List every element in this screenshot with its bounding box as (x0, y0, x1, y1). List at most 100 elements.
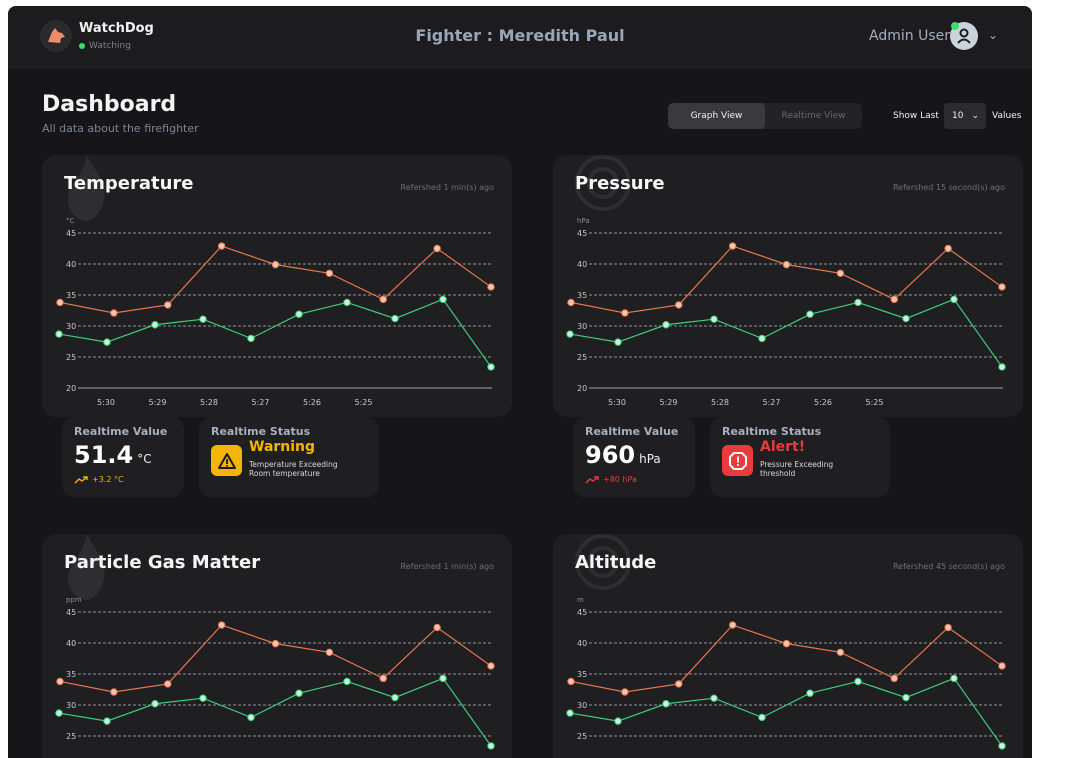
data-point (728, 242, 737, 250)
data-point (998, 742, 1006, 750)
data-point (103, 717, 111, 725)
realtime-value-number: 51.4 (74, 441, 134, 469)
series-line (570, 624, 1003, 693)
values-label: Values (992, 111, 1022, 121)
user-online-dot-icon (951, 22, 959, 30)
data-point (566, 709, 574, 717)
status-description: Pressure Exceeding threshold (760, 460, 870, 478)
data-point (110, 688, 118, 696)
data-point (487, 662, 495, 670)
status-title: Warning (249, 439, 316, 455)
y-tick-label: 20 (577, 384, 587, 393)
data-point (854, 677, 862, 686)
data-point (247, 334, 255, 343)
user-name[interactable]: Admin User (869, 28, 950, 44)
data-point (391, 314, 399, 323)
particle-gas-matter-card: Particle Gas Matter Refershed 1 min(s) a… (42, 534, 512, 758)
realtime-delta: +3.2 °C (74, 475, 124, 484)
data-point (836, 269, 845, 278)
show-last-value: 10 (952, 111, 964, 121)
status-title: Alert! (760, 439, 806, 455)
y-tick-label: 30 (66, 322, 76, 331)
y-tick-label: 20 (66, 384, 76, 393)
app-window: WatchDog Watching Fighter : Meredith Pau… (8, 6, 1032, 758)
data-point (433, 244, 441, 253)
y-tick-label: 45 (66, 608, 76, 617)
realtime-status-label: Realtime Status (722, 425, 822, 438)
data-point (728, 621, 737, 629)
view-toggle: Graph View Realtime View (668, 103, 862, 129)
temperature-realtime-status-card: Realtime Status Warning Temperature Exce… (199, 417, 379, 497)
y-axis-unit: hPa (577, 217, 590, 225)
y-axis-unit: m (577, 596, 584, 604)
data-point (199, 315, 207, 323)
data-point (55, 330, 63, 338)
data-point (998, 283, 1006, 291)
data-point (621, 688, 629, 696)
x-tick-label: 5:28 (711, 398, 729, 407)
data-point (164, 680, 172, 688)
data-point (950, 674, 958, 683)
data-point (343, 677, 351, 686)
data-point (295, 689, 303, 697)
data-point (325, 648, 334, 657)
data-point (487, 283, 495, 291)
select-chevron-down-icon: ⌄ (971, 111, 979, 121)
y-tick-label: 30 (66, 701, 76, 710)
realtime-value-label: Realtime Value (585, 425, 679, 438)
realtime-value-unit: hPa (639, 452, 661, 466)
data-point (325, 269, 334, 278)
y-tick-label: 40 (66, 260, 76, 269)
y-tick-label: 45 (577, 229, 587, 238)
data-point (487, 363, 495, 371)
data-point (379, 295, 387, 304)
data-point (758, 334, 766, 343)
data-point (944, 244, 952, 253)
top-bar: WatchDog Watching Fighter : Meredith Pau… (8, 6, 1032, 68)
trend-up-icon (585, 475, 599, 483)
data-point (217, 621, 226, 629)
y-axis-unit: ppm (66, 596, 82, 604)
y-tick-label: 25 (577, 732, 587, 741)
y-tick-label: 45 (577, 608, 587, 617)
data-point (391, 693, 399, 702)
temperature-line-chart: °C 45 40 35 30 25 20 5:30 5:29 5:28 5:27 5:26 5:25 (55, 217, 495, 407)
data-point (710, 315, 718, 323)
alert-icon (722, 445, 753, 476)
realtime-delta-value: +80 hPa (603, 475, 637, 484)
user-menu-chevron-down-icon[interactable]: ⌄ (988, 28, 998, 42)
data-point (56, 677, 64, 686)
realtime-view-tab[interactable]: Realtime View (765, 103, 862, 129)
y-tick-label: 35 (66, 291, 76, 300)
data-point (890, 674, 898, 683)
show-last-label: Show Last (893, 111, 939, 121)
data-point (836, 648, 845, 657)
trend-up-icon (74, 475, 88, 483)
x-tick-label: 5:25 (866, 398, 884, 407)
data-point (567, 298, 575, 307)
y-tick-label: 25 (577, 353, 587, 362)
realtime-delta-value: +3.2 °C (92, 475, 124, 484)
graph-view-tab[interactable]: Graph View (668, 103, 765, 129)
y-tick-label: 35 (577, 291, 587, 300)
data-point (662, 321, 670, 329)
page-title: Dashboard (42, 92, 177, 117)
x-tick-label: 5:29 (149, 398, 167, 407)
data-point (944, 623, 952, 632)
data-point (614, 717, 622, 725)
realtime-status-label: Realtime Status (211, 425, 311, 438)
data-point (758, 713, 766, 722)
x-tick-label: 5:26 (303, 398, 321, 407)
realtime-delta: +80 hPa (585, 475, 637, 484)
data-point (151, 321, 159, 329)
realtime-value: 960 hPa (585, 441, 661, 469)
y-tick-label: 45 (66, 229, 76, 238)
data-point (247, 713, 255, 722)
data-point (439, 674, 447, 683)
status-description-line-2: Room temperature (249, 469, 320, 478)
show-last-select[interactable]: 10 ⌄ (944, 103, 986, 129)
data-point (295, 310, 303, 318)
data-point (487, 742, 495, 750)
data-point (950, 295, 958, 304)
particle-gas-line-chart: ppm 45 40 35 30 25 (55, 596, 495, 750)
